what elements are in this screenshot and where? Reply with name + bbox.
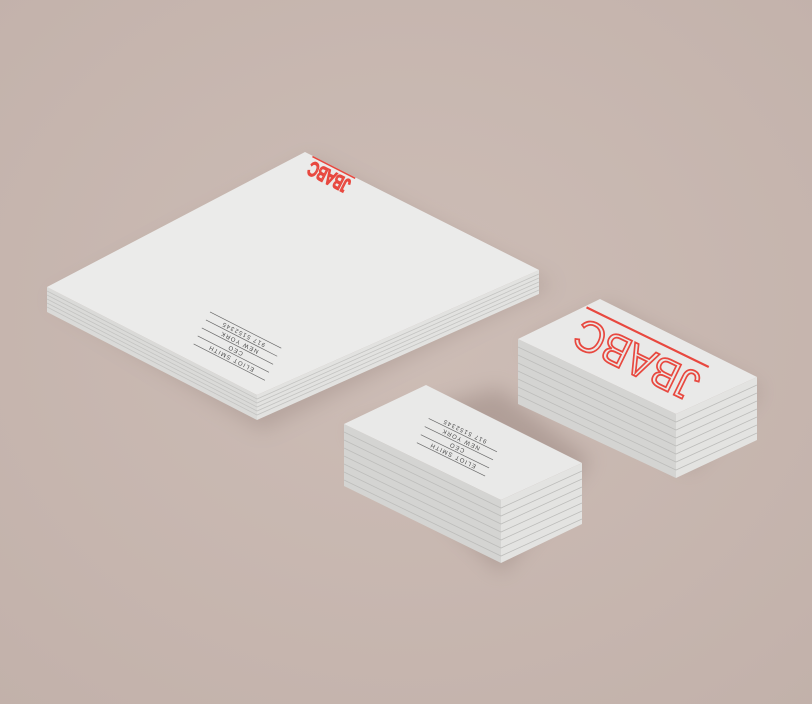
stationery-mockup-scene: JBABC ELIOT SMITH CEO NEW YORK 917 51523… [0,0,812,704]
